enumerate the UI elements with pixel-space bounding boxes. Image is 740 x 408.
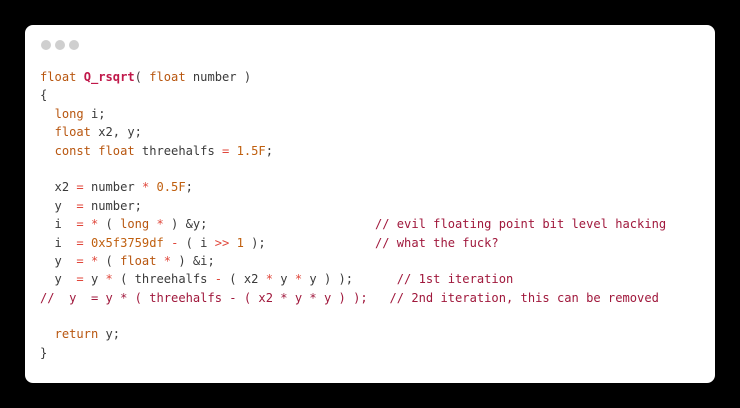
- code-token-txt: threehalfs: [134, 143, 223, 158]
- code-line: float Q_rsqrt( float number ): [40, 68, 666, 86]
- code-token-num: 0x5f3759df: [90, 235, 164, 250]
- code-token-txt: ( x2: [222, 272, 266, 287]
- code-line: y = number;: [40, 197, 666, 215]
- code-token-num: 0.5F: [156, 180, 186, 195]
- code-token-num: 1: [236, 235, 244, 250]
- code-token-op: *: [163, 253, 172, 268]
- code-token-kw: long: [54, 106, 84, 121]
- code-token-txt: number: [83, 180, 142, 195]
- code-token-txt: (: [98, 217, 121, 232]
- code-token-num: 1.5F: [236, 143, 266, 158]
- code-token-op: =: [76, 235, 84, 250]
- code-token-op: =: [76, 253, 84, 268]
- code-token-kw: float: [149, 70, 186, 84]
- code-line: y = * ( float * ) &i;: [40, 252, 666, 270]
- code-token-cmt: // 1st iteration: [396, 272, 514, 287]
- code-line: x2 = number * 0.5F;: [40, 178, 666, 196]
- code-line: float x2, y;: [40, 123, 666, 141]
- window-close-dot[interactable]: [41, 40, 51, 50]
- code-token-txt: );: [243, 235, 375, 250]
- code-line: i = * ( long * ) &y; // evil floating po…: [40, 215, 667, 233]
- code-token-txt: ( i: [178, 235, 215, 250]
- code-line: y = y * ( threehalfs - ( x2 * y * y ) );…: [40, 270, 666, 288]
- code-token-txt: y;: [98, 327, 121, 342]
- code-token-txt: y: [83, 272, 106, 287]
- code-token-txt: }: [40, 345, 48, 360]
- code-block: float Q_rsqrt( float number ){ long i; f…: [40, 68, 666, 362]
- window-minimize-dot[interactable]: [55, 40, 65, 50]
- code-token-txt: i: [40, 217, 77, 232]
- code-token-op: =: [76, 198, 84, 213]
- code-line: }: [40, 344, 666, 362]
- code-token-fn: Q_rsqrt: [83, 70, 135, 84]
- code-token-op: =: [76, 180, 84, 195]
- code-token-kw: return: [54, 327, 99, 342]
- code-token-txt: y: [40, 198, 77, 213]
- code-token-kw: float: [120, 253, 157, 268]
- code-token-kw: float: [54, 125, 91, 140]
- code-token-txt: ;: [265, 143, 273, 158]
- code-token-txt: x2: [40, 180, 77, 195]
- code-line: long i;: [40, 105, 666, 123]
- code-line: const float threehalfs = 1.5F;: [40, 142, 666, 160]
- code-token-txt: i;: [83, 106, 106, 121]
- code-token-txt: number ): [185, 70, 252, 84]
- code-token-txt: x2, y;: [90, 125, 142, 140]
- code-token-txt: number;: [83, 198, 142, 213]
- code-token-txt: ) &y;: [163, 217, 375, 232]
- code-token-txt: y: [40, 253, 77, 268]
- code-token-kw: float: [98, 143, 135, 158]
- code-token-cmt: // y = y * ( threehalfs - ( x2 * y * y )…: [40, 290, 659, 305]
- code-token-op: =: [76, 272, 84, 287]
- window-maximize-dot[interactable]: [69, 40, 79, 50]
- code-token-op: *: [265, 272, 273, 287]
- code-token-cmt: // evil floating point bit level hacking: [374, 217, 667, 232]
- code-line: i = 0x5f3759df - ( i >> 1 ); // what the…: [40, 234, 666, 252]
- code-token-txt: y: [273, 272, 295, 287]
- code-line: {: [40, 86, 666, 104]
- code-token-kw: float: [40, 70, 77, 84]
- code-token-op: *: [105, 272, 113, 287]
- window-controls: [41, 40, 79, 50]
- code-token-kw: const: [54, 143, 91, 158]
- code-token-txt: y ) );: [302, 272, 397, 287]
- code-token-op: *: [156, 217, 164, 232]
- code-token-txt: i: [40, 235, 77, 250]
- code-token-cmt: // what the fuck?: [374, 235, 499, 250]
- code-token-op: =: [76, 217, 84, 232]
- code-token-kw: long: [120, 217, 150, 232]
- code-token-txt: ;: [185, 180, 193, 195]
- code-token-txt: (: [134, 70, 150, 84]
- code-line: // y = y * ( threehalfs - ( x2 * y * y )…: [40, 289, 666, 307]
- code-token-txt: ( threehalfs: [112, 272, 215, 287]
- code-line: return y;: [40, 325, 666, 343]
- code-token-op: -: [214, 272, 223, 287]
- code-token-txt: y: [40, 272, 77, 287]
- code-token-txt: (: [98, 253, 121, 268]
- code-token-txt: ) &i;: [171, 253, 215, 268]
- code-window: float Q_rsqrt( float number ){ long i; f…: [25, 25, 715, 383]
- code-token-op: >>: [214, 235, 230, 250]
- code-token-txt: {: [40, 88, 48, 103]
